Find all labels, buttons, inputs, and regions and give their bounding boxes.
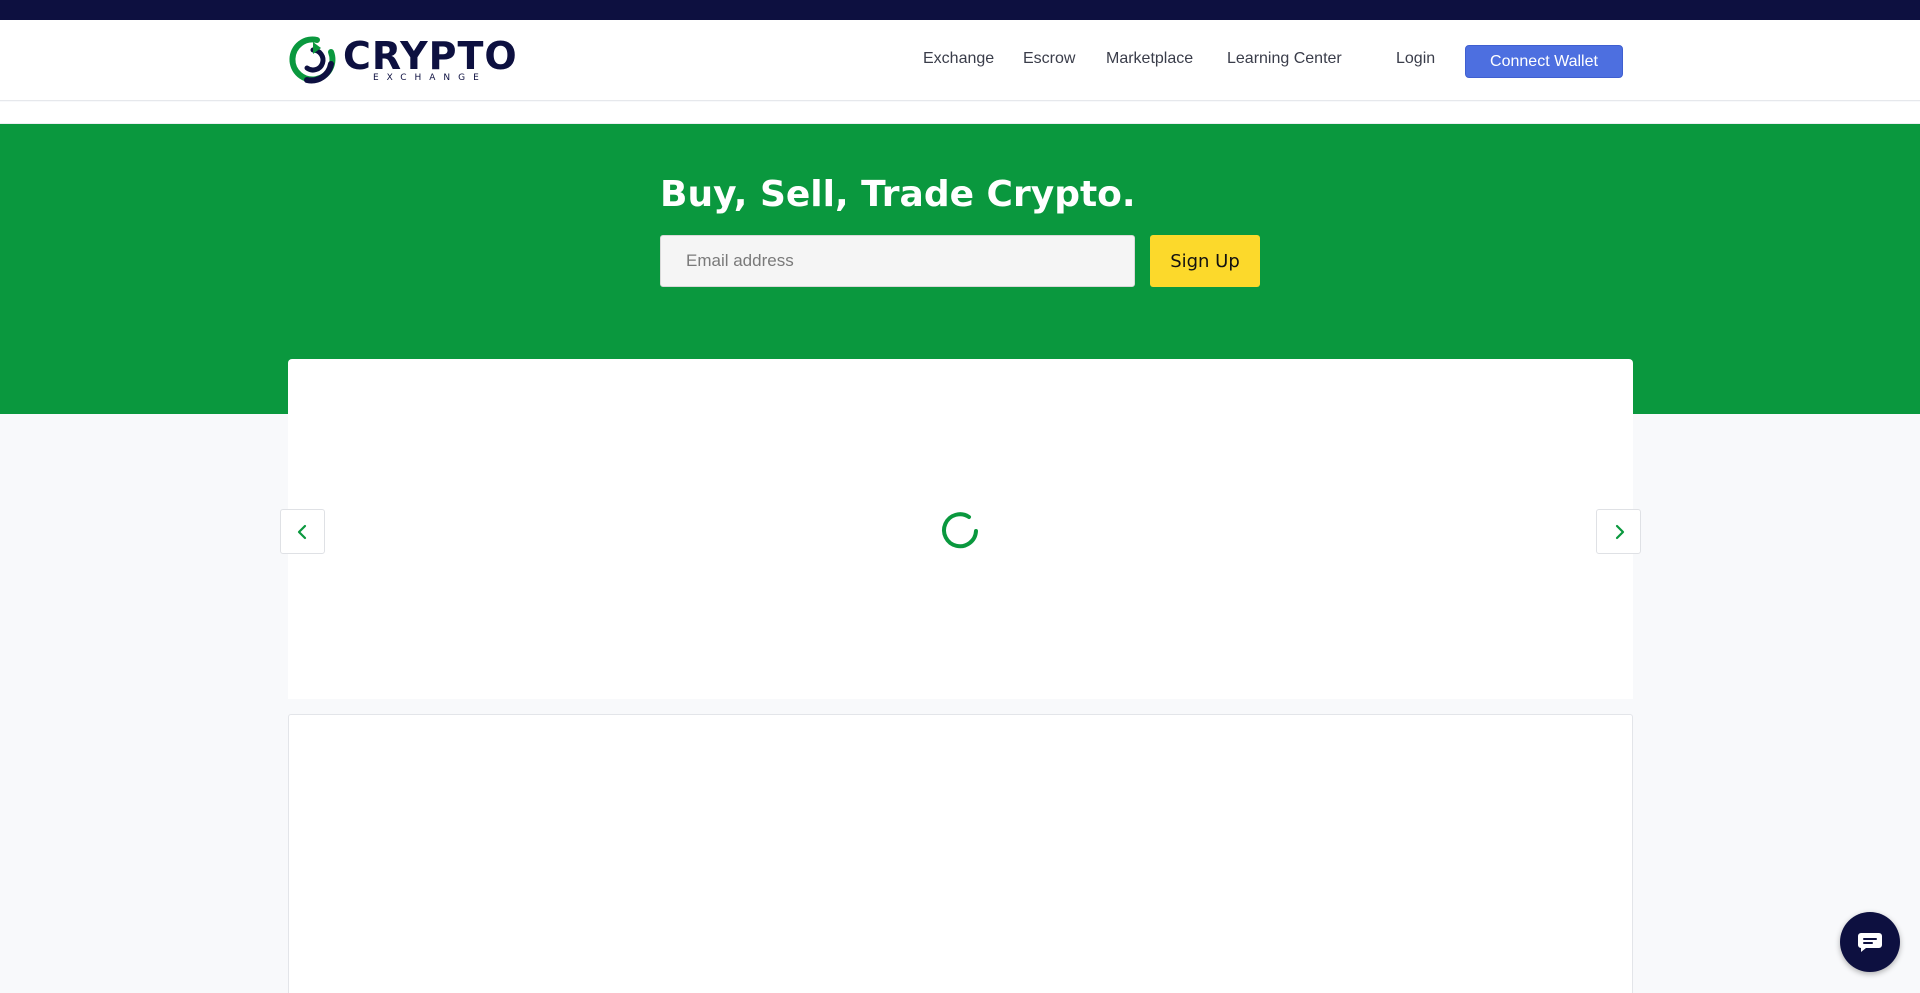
logo-wordmark: CRYPTO [343,34,518,78]
brand-logo[interactable]: CRYPTO EXCHANGE [287,34,518,86]
logo-text: CRYPTO EXCHANGE [343,37,518,83]
nav-escrow[interactable]: Escrow [1023,50,1075,68]
nav-exchange[interactable]: Exchange [923,50,994,68]
sign-up-button[interactable]: Sign Up [1150,235,1260,287]
carousel-prev-button[interactable] [280,509,325,554]
chevron-right-icon [1615,524,1624,539]
nav-learning-center[interactable]: Learning Center [1227,50,1342,68]
chevron-left-icon [297,524,306,539]
nav-marketplace[interactable]: Marketplace [1106,50,1193,68]
loading-spinner-icon [942,512,978,549]
site-header: CRYPTO EXCHANGE Exchange Escrow Marketpl… [0,20,1920,101]
chat-widget-button[interactable] [1840,912,1900,972]
content-panel [288,714,1633,993]
email-input[interactable] [660,235,1135,287]
hero-title: Buy, Sell, Trade Crypto. [660,174,1136,215]
chat-bubble-icon [1858,933,1882,952]
sub-header-strip [0,102,1920,124]
connect-wallet-button[interactable]: Connect Wallet [1465,45,1623,78]
logo-tagline: EXCHANGE [373,73,487,83]
logo-mark-icon [289,36,336,84]
top-bar [0,0,1920,20]
carousel-next-button[interactable] [1596,509,1641,554]
login-link[interactable]: Login [1396,50,1435,68]
